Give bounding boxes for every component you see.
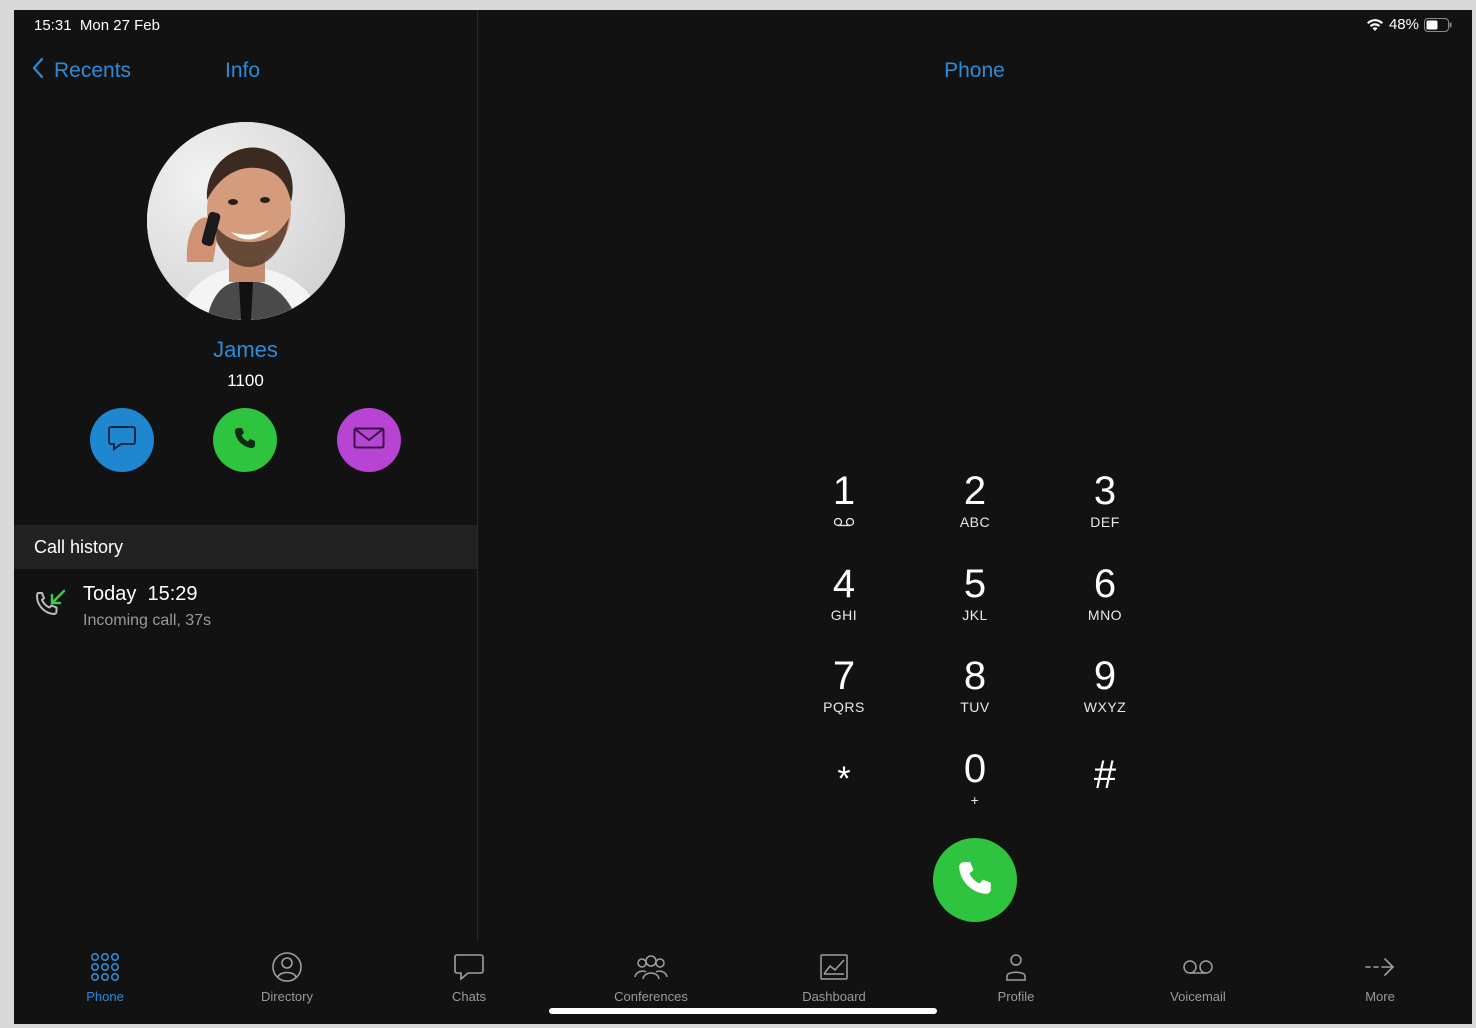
dialpad-key-1[interactable]: 1 <box>789 470 899 550</box>
dialpad-key-hash[interactable]: # <box>1050 748 1160 828</box>
tab-dashboard[interactable]: Dashboard <box>774 950 894 1004</box>
key-letters: + <box>970 792 980 808</box>
key-letters: DEF <box>1090 514 1120 530</box>
pane-title: Info <box>225 59 261 82</box>
incoming-call-icon <box>34 587 68 626</box>
home-indicator[interactable] <box>549 1008 937 1014</box>
call-history-subtitle: Incoming call, 37s <box>83 612 212 629</box>
key-letters: TUV <box>960 699 990 715</box>
wifi-icon <box>1366 18 1384 32</box>
dialpad-key-4[interactable]: 4 GHI <box>789 563 899 643</box>
key-digit: 9 <box>1093 654 1117 698</box>
key-letters: ABC <box>959 514 991 530</box>
tab-directory[interactable]: Directory <box>227 950 347 1004</box>
dialpad-key-6[interactable]: 6 MNO <box>1050 563 1160 643</box>
battery-percent: 48% <box>1388 16 1419 33</box>
tab-conferences[interactable]: Conferences <box>591 950 711 1004</box>
back-to-recents-button[interactable]: Recents <box>32 57 131 85</box>
arrow-right-icon <box>1320 950 1440 984</box>
voicemail-icon <box>789 514 899 530</box>
dialpad-key-0[interactable]: 0 + <box>920 748 1030 828</box>
phone-icon <box>233 426 257 455</box>
avatar <box>147 122 345 320</box>
call-history-header: Call history <box>14 525 477 569</box>
key-digit: 0 <box>963 747 987 791</box>
voicemail-icon <box>1138 950 1258 984</box>
key-digit: # <box>1093 753 1117 797</box>
dialpad-key-9[interactable]: 9 WXYZ <box>1050 655 1160 735</box>
key-digit: 5 <box>963 562 987 606</box>
chat-bubble-icon <box>107 424 137 457</box>
back-label: Recents <box>54 59 132 82</box>
dialpad-key-3[interactable]: 3 DEF <box>1050 470 1160 550</box>
phone-icon <box>956 859 994 902</box>
ipad-screen: 15:31 Mon 27 Feb 48% Recents Info James … <box>14 10 1472 1024</box>
tab-chats[interactable]: Chats <box>409 950 529 1004</box>
dial-call-button[interactable] <box>933 838 1017 922</box>
key-letters: GHI <box>830 607 858 623</box>
contact-name: James <box>213 337 278 362</box>
chat-icon <box>409 950 529 984</box>
tab-more[interactable]: More <box>1320 950 1440 1004</box>
call-action-button[interactable] <box>213 408 277 472</box>
chat-action-button[interactable] <box>90 408 154 472</box>
dialpad-key-5[interactable]: 5 JKL <box>920 563 1030 643</box>
battery-icon <box>1424 17 1452 32</box>
key-letters: WXYZ <box>1083 699 1127 715</box>
dialpad-icon <box>45 950 165 984</box>
key-digit: 2 <box>963 469 987 513</box>
tab-phone[interactable]: Phone <box>45 950 165 1004</box>
dialpad-key-star[interactable]: * <box>789 748 899 828</box>
key-digit: 1 <box>832 469 856 513</box>
tab-voicemail[interactable]: Voicemail <box>1138 950 1258 1004</box>
key-letters: PQRS <box>823 699 865 715</box>
email-action-button[interactable] <box>337 408 401 472</box>
call-history-item[interactable]: Today 15:29 Incoming call, 37s <box>14 575 477 639</box>
contact-info-pane: Recents Info James 1100 Call history Tod… <box>14 10 478 940</box>
key-digit: 3 <box>1093 469 1117 513</box>
person-circle-icon <box>227 950 347 984</box>
dialpad-key-8[interactable]: 8 TUV <box>920 655 1030 735</box>
phone-title: Phone <box>944 59 1005 82</box>
key-digit: 4 <box>832 562 856 606</box>
key-digit: 7 <box>832 654 856 698</box>
status-indicators: 48% <box>1366 16 1452 33</box>
call-history-title: Today 15:29 <box>83 583 198 605</box>
dialpad-key-7[interactable]: 7 PQRS <box>789 655 899 735</box>
group-icon <box>591 950 711 984</box>
chart-icon <box>774 950 894 984</box>
key-letters: JKL <box>962 607 988 623</box>
key-digit: 6 <box>1093 562 1117 606</box>
contact-number: 1100 <box>227 371 264 390</box>
dialpad-key-2[interactable]: 2 ABC <box>920 470 1030 550</box>
person-icon <box>956 950 1076 984</box>
tab-profile[interactable]: Profile <box>956 950 1076 1004</box>
chevron-left-icon <box>32 57 44 85</box>
key-letters: MNO <box>1087 607 1123 623</box>
envelope-icon <box>353 427 385 454</box>
key-digit: * <box>837 760 851 798</box>
key-digit: 8 <box>963 654 987 698</box>
